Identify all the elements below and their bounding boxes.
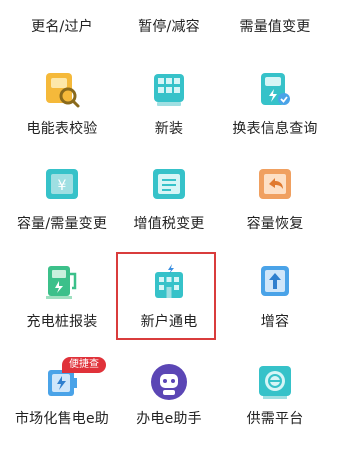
quick-query-badge: 便捷查: [62, 357, 106, 373]
tax-doc-icon: [149, 165, 189, 205]
service-meter-calibration[interactable]: 电能表校验: [6, 70, 118, 160]
service-power-assistant[interactable]: 办电e助手: [113, 362, 225, 452]
service-charging-pile-apply[interactable]: 充电桩报装: [6, 262, 118, 352]
grid-panel-icon: [149, 70, 189, 110]
supply-platform-icon: [255, 362, 295, 402]
charging-pile-icon: [42, 262, 82, 302]
meter-check-icon: [255, 70, 295, 110]
service-label: 暂停/减容: [138, 19, 200, 35]
service-meter-replace-query[interactable]: 换表信息查询: [219, 70, 331, 160]
service-capacity-increase[interactable]: 增容: [219, 262, 331, 352]
restore-arrow-icon: [255, 165, 295, 205]
service-vat-change[interactable]: 增值税变更: [113, 165, 225, 255]
svg-text:¥: ¥: [58, 178, 67, 194]
service-capacity-restore[interactable]: 容量恢复: [219, 165, 331, 255]
meter-search-icon: [42, 70, 82, 110]
service-label: 需量值变更: [239, 19, 311, 35]
service-label: 充电桩报装: [26, 314, 98, 330]
service-demand-change[interactable]: 需量值变更: [219, 0, 331, 60]
yen-box-icon: ¥: [42, 165, 82, 205]
service-market-power-sales[interactable]: 市场化售电e助: [6, 362, 118, 452]
service-label: 换表信息查询: [232, 121, 318, 137]
service-label: 增容: [260, 314, 290, 330]
service-label: 容量恢复: [246, 216, 304, 232]
service-label: 市场化售电e助: [14, 411, 109, 427]
service-supply-demand-platform[interactable]: 供需平台: [219, 362, 331, 452]
robot-assistant-icon: [149, 362, 189, 402]
service-capacity-demand-change[interactable]: ¥ 容量/需量变更: [6, 165, 118, 255]
service-new-install[interactable]: 新装: [113, 70, 225, 160]
service-label: 电能表校验: [26, 121, 98, 137]
service-label: 容量/需量变更: [16, 216, 108, 232]
highlight-frame: [116, 252, 216, 340]
service-label: 增值税变更: [133, 216, 205, 232]
service-suspend-reduce[interactable]: 暂停/减容: [113, 0, 225, 60]
upload-arrow-icon: [255, 262, 295, 302]
service-label: 新装: [154, 121, 184, 137]
service-rename-transfer[interactable]: 更名/过户: [6, 0, 118, 60]
service-label: 办电e助手: [136, 411, 202, 427]
service-label: 供需平台: [246, 411, 304, 427]
service-label: 更名/过户: [31, 19, 93, 35]
